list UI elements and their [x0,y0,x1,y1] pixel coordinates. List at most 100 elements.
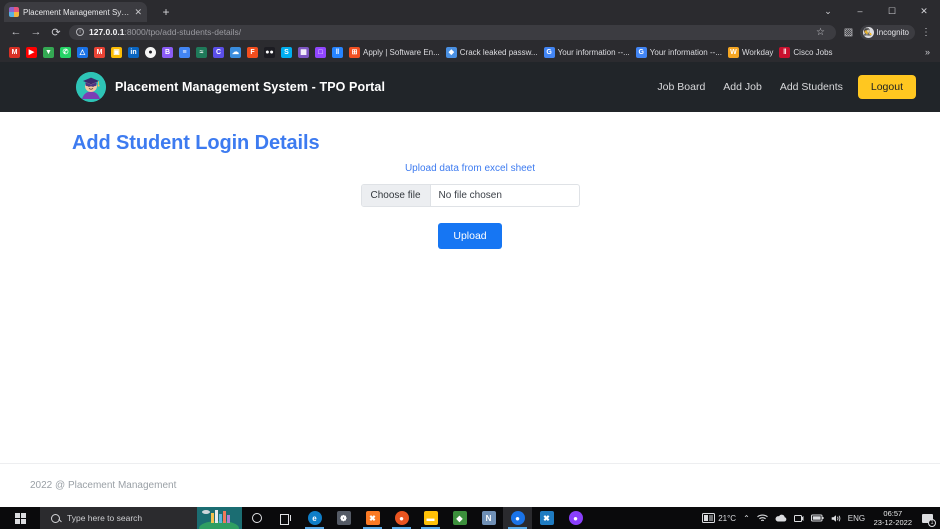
notification-center-icon[interactable]: 1 [917,507,937,529]
taskbar-app-ubuntu[interactable]: ● [387,507,416,529]
nav-link-add-students[interactable]: Add Students [771,81,852,93]
taskbar-clock[interactable]: 06:57 23-12-2022 [869,509,917,528]
bookmark-item[interactable]: ‖ [329,43,346,61]
taskbar-app-photos[interactable]: ❁ [329,507,358,529]
bookmark-item[interactable]: G Your information --... [541,43,633,61]
microsoft-icon: ⊞ [349,46,360,58]
bookmark-label: Workday [741,47,774,57]
upload-submit-button[interactable]: Upload [438,223,502,249]
taskbar-app-file-explorer[interactable]: ▬ [416,507,445,529]
taskbar-search-box[interactable]: Type here to search [40,507,197,529]
google-icon: G [635,46,647,58]
chevron-down-icon[interactable]: ⌄ [812,0,844,22]
logout-button[interactable]: Logout [857,75,916,99]
taskbar-app-xampp[interactable]: ✖ [358,507,387,529]
bookmark-item[interactable]: ☁ [227,43,244,61]
choose-file-button[interactable]: Choose file [361,185,431,206]
page-footer: 2022 @ Placement Management [0,463,940,507]
url-path: :8000/tpo/add-students-details/ [124,27,242,37]
tab-strip: Placement Management System ✕ + ⌄ – ☐ ✕ [0,0,940,22]
site-favicon [9,7,19,17]
nav-link-job-board[interactable]: Job Board [648,81,714,93]
bookmark-item[interactable]: B [159,43,176,61]
bookmark-item[interactable]: ✆ [57,43,74,61]
taskbar-app-visual-studio-code[interactable]: ✖ [532,507,561,529]
bookmark-item[interactable]: ⊞ Apply | Software En... [346,43,443,61]
wifi-icon[interactable] [753,507,771,529]
task-view-icon[interactable] [271,507,300,529]
bookmark-item[interactable]: ● [142,43,159,61]
maximize-button[interactable]: ☐ [876,0,908,22]
visual-studio-code-icon: ✖ [539,511,554,525]
bookmark-item[interactable]: ▶ [23,43,40,61]
windows-taskbar: Type here to search e ❁ ✖ ● ▬ ◆ N ● ✖ ● 21°C [0,507,940,529]
bookmarks-bar: M ▶ ▼ ✆ △ M ▣ in ● B ≡ ≈ C ☁ F ●● S ▦ □ ‖ ⊞ Apply | Software … [0,42,940,62]
system-tray: 21°C ⌃ ENG 06:57 23-12-2022 1 [699,507,940,529]
search-placeholder: Type here to search [67,513,143,523]
nav-link-add-job[interactable]: Add Job [714,81,771,93]
bookmark-item[interactable]: C [210,43,227,61]
bookmark-item[interactable]: ◆ Crack leaked passw... [443,43,541,61]
weather-temperature[interactable]: 21°C [699,507,740,529]
bookmark-item[interactable]: ●● [261,43,278,61]
browser-menu-icon[interactable]: ⋮ [918,24,934,40]
url-text: 127.0.0.1:8000/tpo/add-students-details/ [89,27,241,37]
github-icon: ● [145,46,156,58]
bookmark-item[interactable]: F [244,43,261,61]
close-tab-icon[interactable]: ✕ [134,7,142,17]
bookmark-item[interactable]: M [91,43,108,61]
bookmark-item[interactable]: ≈ [193,43,210,61]
close-window-button[interactable]: ✕ [908,0,940,22]
bookmark-item[interactable]: ‖ Cisco Jobs [776,43,835,61]
tab-title: Placement Management System [23,7,131,17]
file-explorer-icon: ▬ [423,511,438,525]
bookmark-label: Your information --... [649,47,722,57]
clock-time: 06:57 [883,508,903,518]
forward-icon[interactable]: → [26,22,46,42]
taskbar-app-google-chrome[interactable]: ● [503,507,532,529]
taskbar-app-microsoft-edge[interactable]: e [300,507,329,529]
twitch-icon: □ [315,46,326,58]
bookmark-item[interactable]: M [6,43,23,61]
taskbar-app-visio[interactable]: ◆ [445,507,474,529]
bookmark-item[interactable]: ▦ [295,43,312,61]
site-info-icon[interactable]: i [76,28,84,36]
tray-chevron-up-icon[interactable]: ⌃ [740,507,754,529]
minimize-button[interactable]: – [844,0,876,22]
whatsapp-icon: ✆ [60,46,71,58]
browser-tab[interactable]: Placement Management System ✕ [4,2,147,22]
taskbar-app-onenote[interactable]: N [474,507,503,529]
reload-icon[interactable]: ⟳ [46,22,66,42]
battery-icon[interactable] [807,507,827,529]
bookmark-star-icon[interactable]: ☆ [813,24,829,40]
onedrive-icon[interactable] [771,507,790,529]
incognito-indicator[interactable]: 🕵 Incognito [859,24,915,40]
bookmark-item[interactable]: W Workday [725,43,776,61]
start-button[interactable] [0,507,40,529]
diamond-icon: ◆ [445,46,457,58]
file-upload-input[interactable]: Choose file No file chosen [360,184,580,207]
bookmark-item[interactable]: G Your information --... [633,43,725,61]
bookmarks-overflow-icon[interactable]: » [925,47,934,57]
network-icon[interactable] [790,507,807,529]
workday-icon: W [727,46,739,58]
new-tab-button[interactable]: + [158,4,174,20]
brand[interactable]: Placement Management System - TPO Portal [76,72,385,102]
bookmark-item[interactable]: □ [312,43,329,61]
web-page-content: Placement Management System - TPO Portal… [0,62,940,507]
bookmark-item[interactable]: ▣ [108,43,125,61]
volume-icon[interactable] [827,507,844,529]
bookmark-item[interactable]: ▼ [40,43,57,61]
bookmark-item[interactable]: △ [74,43,91,61]
side-panel-icon[interactable]: ▧ [841,24,857,40]
weather-widget-icon[interactable] [197,507,242,529]
bookmark-item[interactable]: in [125,43,142,61]
cortana-icon[interactable] [242,507,271,529]
bookmark-item[interactable]: S [278,43,295,61]
language-indicator[interactable]: ENG [844,507,868,529]
address-bar[interactable]: i 127.0.0.1:8000/tpo/add-students-detail… [69,24,836,40]
bookmark-label: Your information --... [557,47,630,57]
taskbar-app-github-desktop[interactable]: ● [561,507,590,529]
bookmark-item[interactable]: ≡ [176,43,193,61]
back-icon[interactable]: ← [6,22,26,42]
